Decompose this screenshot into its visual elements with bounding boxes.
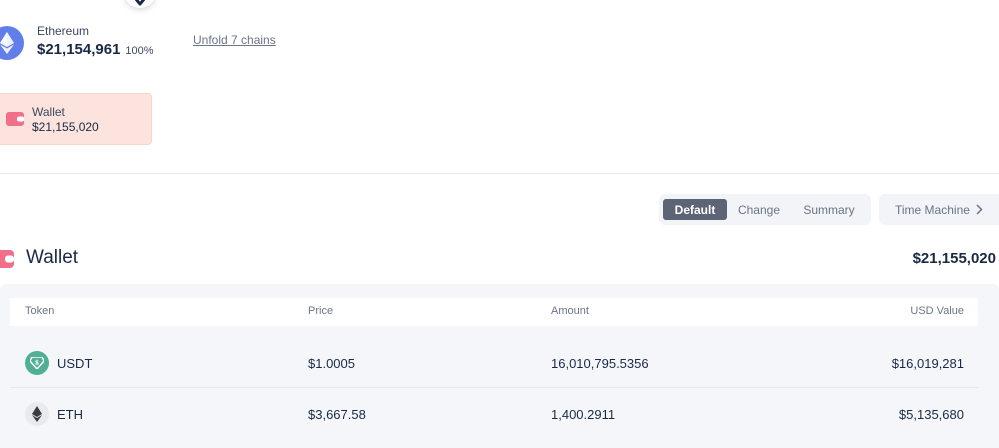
wallet-card[interactable]: Wallet $21,155,020 xyxy=(0,93,152,145)
token-usd-value: $5,135,680 xyxy=(898,407,964,422)
token-name: ETH xyxy=(57,407,83,422)
view-mode-tabs: Default Change Summary xyxy=(659,194,871,225)
column-header-amount: Amount xyxy=(551,305,589,317)
token-amount: 1,400.2911 xyxy=(551,407,616,422)
ethereum-logo-icon xyxy=(0,25,24,60)
wallet-icon xyxy=(6,112,24,126)
table-row[interactable]: $ USDT $1.0005 16,010,795.5356 $16,019,2… xyxy=(10,338,978,388)
chain-value-amount: $21,154,961 xyxy=(37,41,121,58)
section-total: $21,155,020 xyxy=(912,250,996,267)
wallet-card-value: $21,155,020 xyxy=(32,120,99,134)
token-usd-value: $16,019,281 xyxy=(891,356,964,371)
section-title: Wallet xyxy=(26,247,79,268)
chain-summary: Ethereum $21,154,961 100% xyxy=(0,24,154,61)
column-header-usd-value: USD Value xyxy=(910,305,964,317)
tab-default[interactable]: Default xyxy=(663,199,727,220)
wallet-section-icon xyxy=(0,250,14,268)
chain-percent: 100% xyxy=(125,45,154,57)
time-machine-button[interactable]: Time Machine xyxy=(879,194,999,225)
token-amount: 16,010,795.5356 xyxy=(551,356,649,371)
section-divider xyxy=(0,173,999,174)
token-name: USDT xyxy=(57,356,93,371)
table-row[interactable]: ETH $3,667.58 1,400.2911 $5,135,680 xyxy=(10,389,978,439)
token-price: $3,667.58 xyxy=(308,407,366,422)
column-header-token: Token xyxy=(25,305,55,317)
token-price: $1.0005 xyxy=(308,356,355,371)
chain-link-icon xyxy=(134,0,146,6)
top-toggle-icon[interactable] xyxy=(124,0,156,8)
chain-value: $21,154,961 100% xyxy=(37,40,154,61)
tab-summary[interactable]: Summary xyxy=(797,199,861,220)
wallet-card-label: Wallet xyxy=(32,105,65,119)
table-header: Token Price Amount USD Value xyxy=(10,298,978,326)
chain-name: Ethereum xyxy=(37,24,90,38)
eth-icon xyxy=(25,402,49,426)
usdt-icon: $ xyxy=(25,351,49,375)
time-machine-label: Time Machine xyxy=(895,202,970,217)
tab-change[interactable]: Change xyxy=(733,199,785,220)
svg-text:$: $ xyxy=(35,360,39,367)
chevron-right-icon xyxy=(976,204,983,215)
unfold-chains-link[interactable]: Unfold 7 chains xyxy=(193,33,276,47)
column-header-price: Price xyxy=(308,305,334,317)
